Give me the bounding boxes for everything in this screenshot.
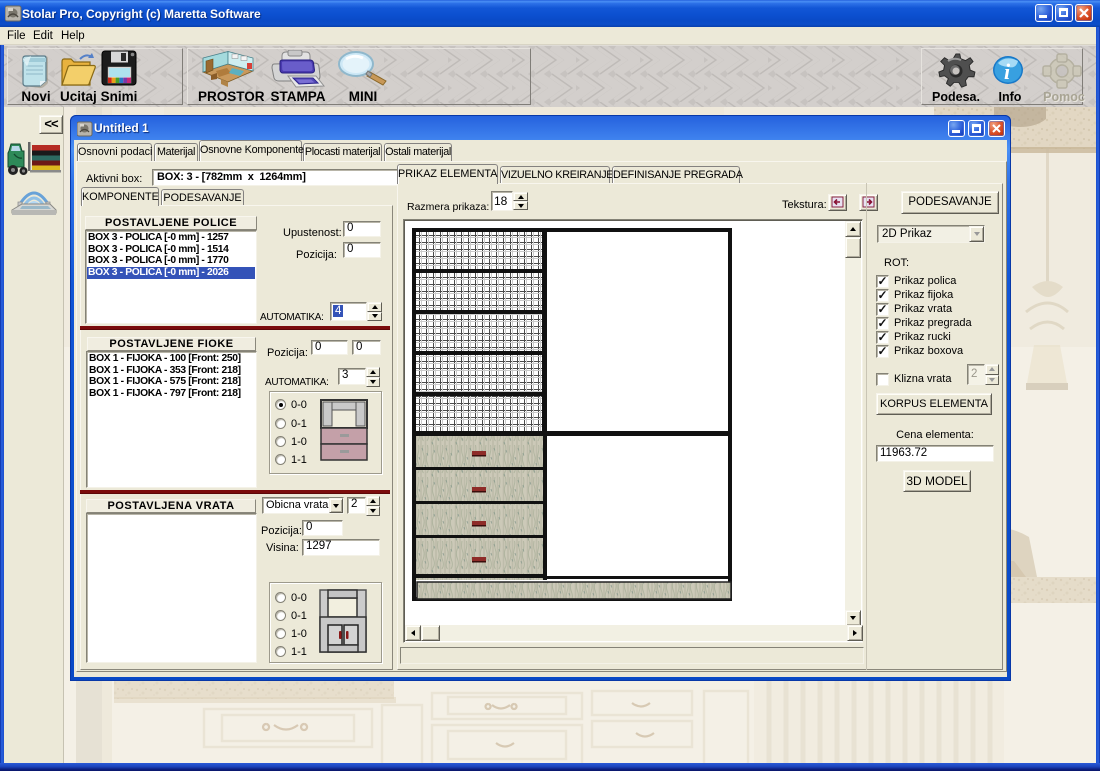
svg-text:i: i	[1004, 59, 1011, 84]
